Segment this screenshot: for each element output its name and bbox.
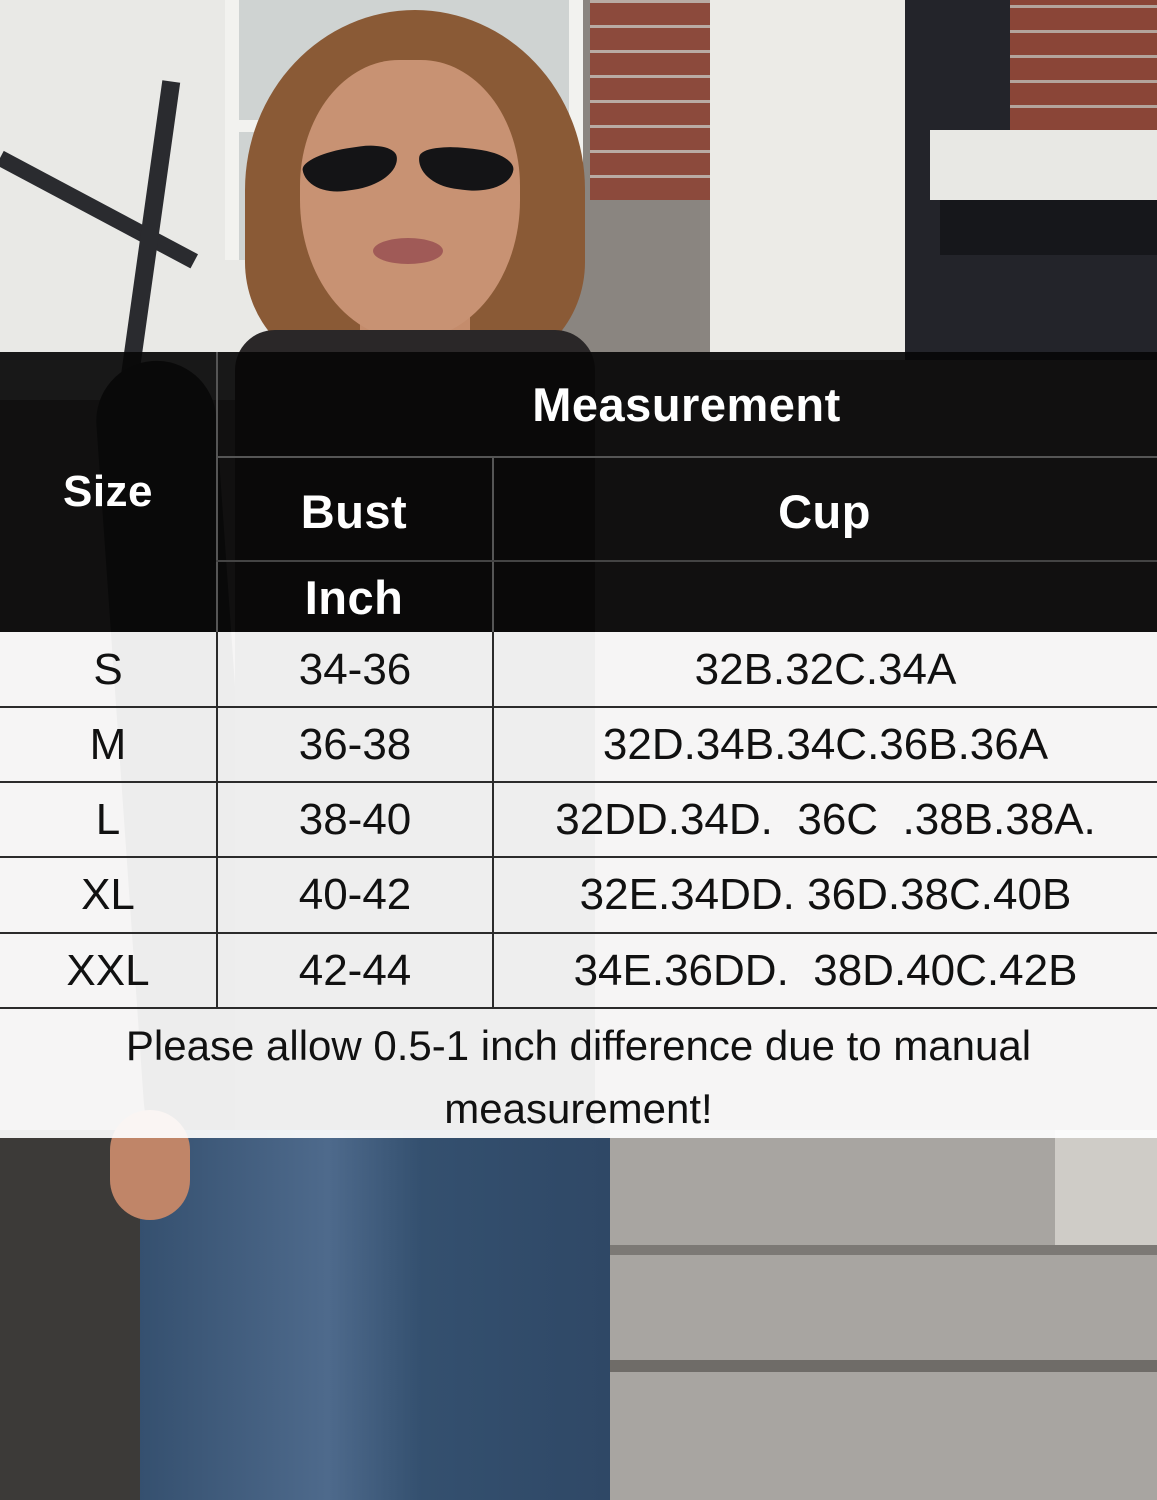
table-row-bust: 40-42 <box>298 870 412 919</box>
table-row-size: S <box>93 645 123 694</box>
table-row-size: M <box>89 719 127 769</box>
table-row-bust: 38-40 <box>298 794 412 844</box>
table-row-size: XL <box>81 870 135 919</box>
table-row-cup: 32D.34B.34C.36B.36A <box>602 719 1049 769</box>
table-row-cup: 34E.36DD. 38D.40C.42B <box>573 945 1078 995</box>
measurement-note-text: Please allow 0.5-1 inch difference due t… <box>125 1022 1032 1132</box>
size-header: Size <box>62 467 154 516</box>
table-row-bust: 42-44 <box>298 945 412 995</box>
measurement-header: Measurement <box>532 377 841 431</box>
measurement-note: Please allow 0.5-1 inch difference due t… <box>0 1016 1157 1138</box>
cup-header: Cup <box>778 484 871 538</box>
table-row-bust: 36-38 <box>298 719 412 769</box>
table-row-cup: 32E.34DD. 36D.38C.40B <box>579 870 1072 919</box>
table-row-size: XXL <box>66 945 150 995</box>
table-row-size: L <box>95 794 121 844</box>
unit-header: Inch <box>304 570 404 624</box>
table-row-cup: 32DD.34D. 36C .38B.38A. <box>555 794 1096 844</box>
table-row-bust: 34-36 <box>298 645 412 694</box>
size-chart: Size Measurement Bust Cup Inch S 34-36 3… <box>0 352 1157 1138</box>
table-row-cup: 32B.32C.34A <box>694 645 957 694</box>
bust-header: Bust <box>300 484 408 538</box>
